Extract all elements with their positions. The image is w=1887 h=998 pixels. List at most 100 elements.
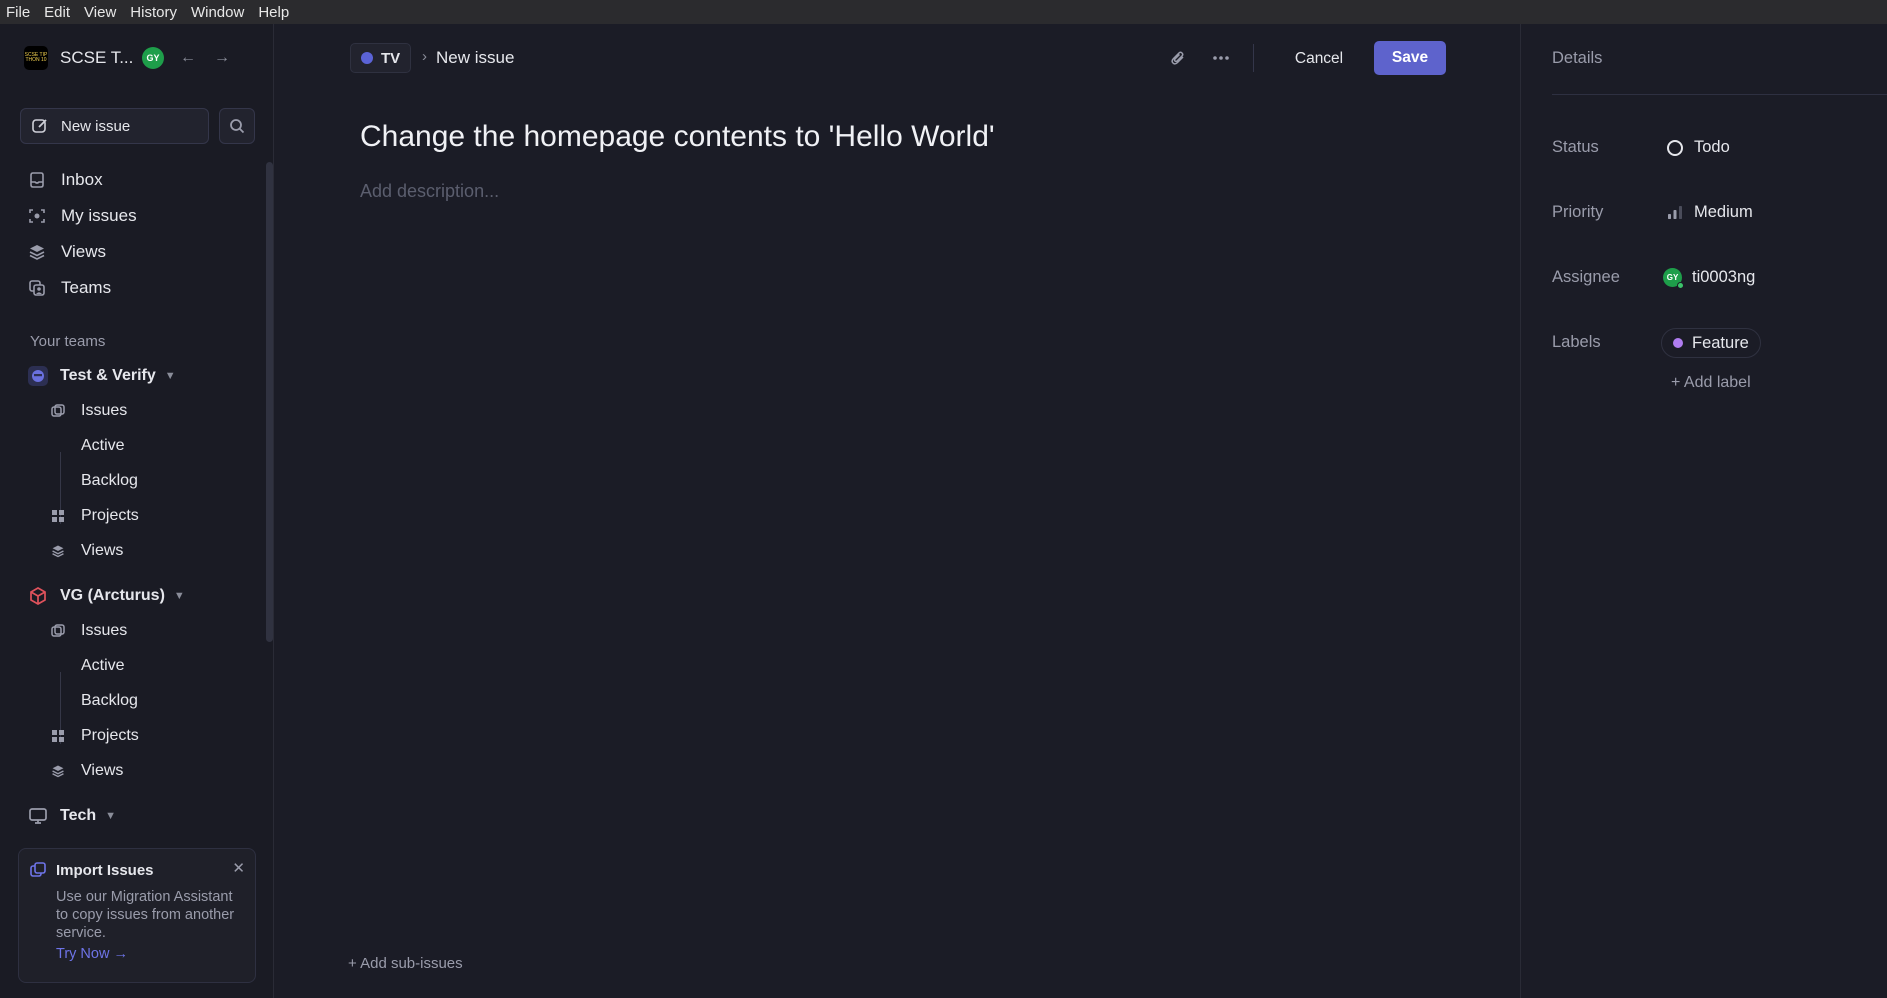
menu-history[interactable]: History xyxy=(130,4,177,21)
search-icon xyxy=(230,119,245,134)
caret-down-icon[interactable]: ▼ xyxy=(174,590,185,602)
breadcrumb-page: New issue xyxy=(436,48,515,67)
team-active[interactable]: Active xyxy=(81,657,125,675)
back-arrow-icon[interactable]: ← xyxy=(180,49,196,67)
todo-status-icon xyxy=(1666,139,1684,157)
menu-window[interactable]: Window xyxy=(191,4,244,21)
details-panel: Details Status Todo Priority Medium Assi… xyxy=(1520,24,1887,998)
forward-arrow-icon[interactable]: → xyxy=(214,49,230,67)
team-views[interactable]: Views xyxy=(50,762,123,780)
sub-item-label: Issues xyxy=(81,622,128,639)
team-projects[interactable]: Projects xyxy=(50,727,139,745)
your-teams-label: Your teams xyxy=(30,333,106,350)
menu-view[interactable]: View xyxy=(84,4,116,21)
menu-edit[interactable]: Edit xyxy=(44,4,70,21)
label-chip-feature[interactable]: Feature xyxy=(1661,328,1761,358)
inbox-icon xyxy=(30,172,44,188)
save-button[interactable]: Save xyxy=(1374,41,1446,75)
team-vg-arcturus[interactable]: VG (Arcturus) ▼ xyxy=(28,586,185,606)
menu-bar: File Edit View History Window Help xyxy=(0,0,1887,24)
breadcrumb-team: TV xyxy=(381,49,401,67)
sub-item-label: Views xyxy=(81,762,124,779)
sub-item-label: Projects xyxy=(81,507,139,524)
details-heading: Details xyxy=(1552,49,1603,67)
add-sub-issues-button[interactable]: + Add sub-issues xyxy=(348,955,463,972)
assignee-text: ti0003ng xyxy=(1692,268,1756,286)
sidebar-item-label: My issues xyxy=(61,206,137,225)
import-card-body: Use our Migration Assistant to copy issu… xyxy=(56,889,235,941)
team-projects[interactable]: Projects xyxy=(50,507,139,525)
cancel-button[interactable]: Cancel xyxy=(1279,42,1359,75)
sidebar-item-views[interactable]: Views xyxy=(28,242,106,262)
sidebar-item-my-issues[interactable]: My issues xyxy=(28,206,137,226)
sub-item-label: Active xyxy=(81,657,125,674)
sidebar-item-inbox[interactable]: Inbox xyxy=(28,170,103,190)
workspace-name[interactable]: SCSE T... xyxy=(60,48,142,68)
online-indicator xyxy=(1677,282,1684,289)
sub-item-label: Views xyxy=(81,542,124,559)
new-issue-button[interactable]: New issue xyxy=(20,108,209,144)
team-tech[interactable]: Tech ▼ xyxy=(28,806,116,826)
sidebar-item-label: Inbox xyxy=(61,170,103,189)
sidebar-item-label: Teams xyxy=(61,278,112,297)
status-label: Status xyxy=(1552,138,1599,156)
cube-icon xyxy=(28,586,48,606)
sub-item-label: Issues xyxy=(81,402,128,419)
team-issues[interactable]: Issues xyxy=(50,622,127,640)
views-icon xyxy=(29,245,45,260)
priority-bars-icon xyxy=(1666,205,1684,221)
sidebar-scrollbar[interactable] xyxy=(266,162,273,642)
menu-help[interactable]: Help xyxy=(258,4,289,21)
attachment-icon[interactable] xyxy=(1170,50,1186,71)
try-now-link[interactable]: Try Now → xyxy=(56,946,128,962)
compose-icon xyxy=(32,119,47,133)
priority-text: Medium xyxy=(1694,203,1753,221)
labels-label: Labels xyxy=(1552,333,1601,351)
menu-file[interactable]: File xyxy=(6,4,30,21)
close-icon[interactable]: ✕ xyxy=(232,859,245,877)
assignee-label: Assignee xyxy=(1552,268,1620,286)
workspace-logo-text: SCSE TIP THON 10 xyxy=(24,52,48,63)
priority-value[interactable]: Medium xyxy=(1666,203,1753,222)
teams-icon xyxy=(29,280,45,296)
projects-icon xyxy=(50,509,66,523)
team-active[interactable]: Active xyxy=(81,437,125,455)
sub-item-label: Backlog xyxy=(81,692,138,709)
sub-item-label: Backlog xyxy=(81,472,138,489)
team-name: Test & Verify xyxy=(60,367,156,384)
caret-down-icon[interactable]: ▼ xyxy=(165,370,176,382)
issues-icon xyxy=(50,404,66,418)
projects-icon xyxy=(50,729,66,743)
priority-label: Priority xyxy=(1552,203,1604,221)
issue-editor: TV › New issue Cancel Save Change the ho… xyxy=(275,24,1520,998)
issue-title-input[interactable]: Change the homepage contents to 'Hello W… xyxy=(360,120,995,154)
label-color-dot xyxy=(1673,338,1683,348)
views-icon xyxy=(50,544,66,558)
sidebar-item-teams[interactable]: Teams xyxy=(28,278,111,298)
team-icon xyxy=(361,52,373,64)
team-backlog[interactable]: Backlog xyxy=(81,472,138,490)
label-text: Feature xyxy=(1692,333,1749,352)
views-icon xyxy=(50,764,66,778)
more-options-icon[interactable] xyxy=(1212,50,1230,71)
my-issues-icon xyxy=(29,209,45,223)
import-card-title: Import Issues xyxy=(56,862,154,879)
workspace-logo[interactable]: SCSE TIP THON 10 xyxy=(24,46,48,70)
import-icon xyxy=(30,862,46,883)
team-views[interactable]: Views xyxy=(50,542,123,560)
sidebar: SCSE TIP THON 10 SCSE T... GY ← → New is… xyxy=(0,24,274,998)
user-avatar[interactable]: GY xyxy=(142,47,164,69)
sidebar-item-label: Views xyxy=(61,242,107,261)
assignee-value[interactable]: GY ti0003ng xyxy=(1663,268,1756,289)
team-backlog[interactable]: Backlog xyxy=(81,692,138,710)
add-label-button[interactable]: + Add label xyxy=(1671,374,1751,392)
team-test-verify[interactable]: Test & Verify ▼ xyxy=(28,366,176,386)
issue-description-input[interactable]: Add description... xyxy=(360,181,499,202)
status-value[interactable]: Todo xyxy=(1666,138,1730,157)
caret-down-icon[interactable]: ▼ xyxy=(105,810,116,822)
breadcrumb-team-chip[interactable]: TV xyxy=(350,43,412,73)
new-issue-label: New issue xyxy=(61,117,131,135)
monitor-icon xyxy=(28,806,48,826)
search-button[interactable] xyxy=(219,108,255,144)
team-issues[interactable]: Issues xyxy=(50,402,127,420)
